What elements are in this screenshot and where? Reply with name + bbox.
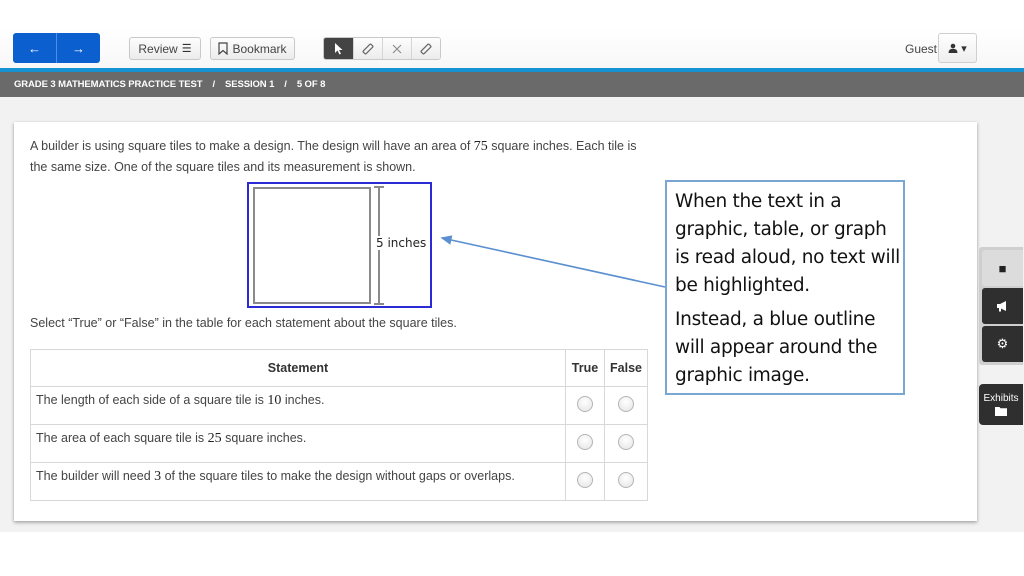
instruction-text: Select “True” or “False” in the table fo… [30,316,457,330]
false-cell [604,424,648,463]
false-radio[interactable] [618,472,634,488]
highlighter-tool[interactable] [353,38,382,59]
breadcrumb-session: SESSION 1 [225,79,275,90]
back-button[interactable]: ← [13,33,56,63]
dimension-cap-bottom [374,303,384,305]
false-radio[interactable] [618,434,634,450]
pointer-tool[interactable] [324,38,353,59]
bookmark-button[interactable]: Bookmark [210,37,295,60]
breadcrumb-progress: 5 OF 8 [296,79,326,90]
next-button[interactable]: → [56,33,100,63]
table-row: The area of each square tile is 25 squar… [30,424,648,463]
strikethrough-tool[interactable] [382,38,411,59]
top-toolbar: ← → Review ☰ Bookmark Guest ▾ [0,28,1024,68]
true-radio[interactable] [577,396,593,412]
statement-cell: The area of each square tile is 25 squar… [30,424,566,463]
text-to-speech-panel: ■ ⚙ [979,247,1023,365]
true-cell [565,462,605,501]
statement-number: 10 [267,392,282,408]
false-radio[interactable] [618,396,634,412]
megaphone-icon [997,301,1006,312]
square-tile-figure[interactable]: 5 inches [247,182,432,308]
gear-icon: ⚙ [996,336,1009,351]
annotation-callout: When the text in a graphic, table, or gr… [665,180,905,395]
statement-text: The area of each square tile is [36,430,208,445]
true-radio[interactable] [577,472,593,488]
arrow-right-icon: → [72,40,85,56]
statement-text: of the square tiles to make the design w… [161,468,515,483]
eraser-tool[interactable] [411,38,440,59]
statement-text: The builder will need [36,468,155,483]
folder-icon [995,407,1007,416]
stop-icon: ■ [998,260,1007,276]
exhibits-label: Exhibits [983,393,1019,404]
header-statement: Statement [30,349,566,387]
strikethrough-icon [392,44,402,53]
annotation-tools [323,37,441,60]
breadcrumb-separator: / [212,79,216,90]
user-name: Guest [905,42,938,56]
false-cell [604,462,648,501]
chevron-down-icon: ▾ [961,42,967,55]
dimension-cap-top [374,186,384,188]
table-row: The length of each side of a square tile… [30,386,648,425]
statement-text: The length of each side of a square tile… [36,392,268,407]
speak-button[interactable] [982,288,1023,324]
user-icon [948,43,958,53]
callout-paragraph: When the text in a graphic, table, or gr… [675,191,900,296]
square-tile [253,187,371,304]
statement-number: 25 [207,430,222,446]
statement-text: inches. [281,392,325,407]
breadcrumb-test-name: GRADE 3 MATHEMATICS PRACTICE TEST [14,79,203,90]
true-radio[interactable] [577,434,593,450]
stem-text: A builder is using square tiles to make … [30,139,474,153]
table-header-row: Statement True False [30,349,648,387]
stop-button[interactable]: ■ [982,250,1023,286]
bookmark-label: Bookmark [232,41,287,56]
false-cell [604,386,648,425]
exhibits-button[interactable]: Exhibits [979,384,1023,425]
settings-button[interactable]: ⚙ [982,326,1023,362]
header-false: False [604,349,648,387]
question-stem: A builder is using square tiles to make … [30,136,650,177]
header-true: True [565,349,605,387]
stem-area-number: 75 [473,139,488,154]
statement-text: square inches. [221,430,307,445]
cursor-icon [335,42,343,54]
breadcrumb: GRADE 3 MATHEMATICS PRACTICE TEST / SESS… [0,72,1024,97]
callout-paragraph: Instead, a blue outline will appear arou… [675,309,878,386]
table-row: The builder will need 3 of the square ti… [30,462,648,501]
arrow-left-icon: ← [28,40,41,56]
list-icon: ☰ [181,43,192,55]
eraser-icon [420,43,432,54]
breadcrumb-separator: / [284,79,287,90]
true-cell [565,424,605,463]
highlighter-icon [362,43,374,54]
statement-cell: The builder will need 3 of the square ti… [30,462,566,501]
review-label: Review [138,41,178,56]
true-cell [565,386,605,425]
navigation-buttons: ← → [13,33,100,63]
user-menu-button[interactable]: ▾ [938,33,977,63]
statement-cell: The length of each side of a square tile… [30,386,566,425]
true-false-table: Statement True False The length of each … [30,349,648,501]
review-button[interactable]: Review ☰ [129,37,201,60]
bookmark-icon [218,42,229,55]
dimension-label: 5 inches [375,236,428,250]
